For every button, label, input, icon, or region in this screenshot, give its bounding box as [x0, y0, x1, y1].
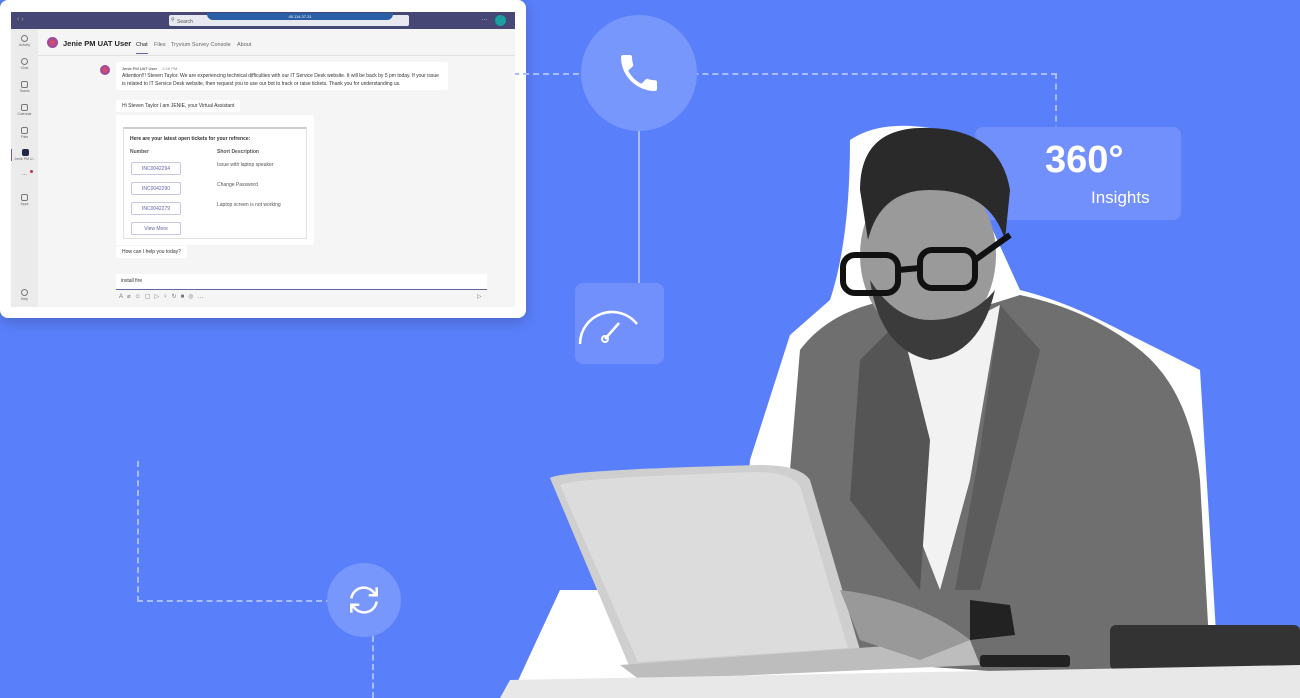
connector-line [372, 636, 374, 698]
back-icon[interactable]: ‹ › [17, 16, 24, 23]
person-at-laptop-photo [500, 125, 1300, 698]
phone-badge [581, 15, 697, 131]
apps-icon [21, 194, 28, 201]
sticker-icon[interactable]: ▢ [145, 294, 155, 300]
message-avatar [100, 65, 110, 75]
left-rail: Activity Chat Teams Calendar Files Jenie… [11, 29, 38, 307]
bot-avatar [47, 37, 58, 48]
message-text: Attention!!! Steven Taylor. We are exper… [122, 73, 439, 87]
more-icon[interactable]: … [481, 15, 488, 22]
search-input[interactable] [177, 18, 205, 25]
rail-teams[interactable]: Teams [11, 81, 38, 93]
rail-calendar[interactable]: Calendar [11, 104, 38, 116]
chat-title: Jenie PM UAT User [63, 39, 132, 48]
tab-survey-console[interactable]: Tryvium Survey Console [171, 42, 231, 48]
tab-files[interactable]: Files [154, 42, 166, 48]
tab-chat[interactable]: Chat [136, 42, 148, 54]
rail-help[interactable]: Help [11, 289, 38, 301]
prompt-bubble: How can I help you today? [116, 246, 187, 258]
meet-icon[interactable]: ▷ [154, 294, 163, 300]
rail-chat[interactable]: Chat [11, 58, 38, 70]
ticket-button[interactable]: INC0042290 [131, 182, 181, 195]
chat-icon [21, 58, 28, 65]
ticket-desc: Laptop screen is not working [217, 202, 281, 208]
remote-session-bar: 40.114.37.21 [207, 13, 393, 20]
teams-window-screenshot: ‹ › ⚲ 40.114.37.21 … Activity Chat Teams… [0, 0, 526, 318]
compose-toolbar: A⌀☺▢▷♀↻■◎… [119, 293, 207, 300]
col-desc: Short Description [217, 149, 259, 155]
send-icon[interactable]: ▷ [477, 293, 482, 300]
col-number: Number [130, 149, 149, 155]
phone-icon [621, 55, 657, 91]
titlebar: ‹ › ⚲ 40.114.37.21 … [11, 12, 515, 29]
teams-icon [21, 81, 28, 88]
format-icon[interactable]: A [119, 294, 127, 300]
calendar-icon [21, 104, 28, 111]
help-icon [21, 289, 28, 296]
rail-apps[interactable]: Apps [11, 194, 38, 206]
connector-line [137, 461, 332, 602]
header-divider [38, 55, 515, 56]
attach-icon[interactable]: ⌀ [127, 294, 135, 300]
file-icon [21, 127, 28, 134]
refresh-icon [350, 586, 378, 614]
rail-files[interactable]: Files [11, 127, 38, 139]
app-icon [21, 149, 29, 156]
praise-icon[interactable]: ♀ [163, 294, 172, 300]
message-sender: Jenie PM UAT User [122, 66, 157, 71]
avatar[interactable] [495, 15, 506, 26]
loop-icon[interactable]: ↻ [172, 294, 181, 300]
tab-about[interactable]: About [237, 42, 251, 48]
rail-jenie[interactable]: Jenie PM U... [11, 149, 38, 161]
search-icon: ⚲ [171, 17, 175, 23]
emoji-icon[interactable]: ☺ [135, 294, 145, 300]
more-icon[interactable]: … [197, 294, 207, 300]
message-time: 2:16 PM [162, 66, 178, 71]
greeting-bubble: Hi Steven Taylor I am JENIE, your Virtua… [116, 100, 241, 112]
ticket-button[interactable]: INC0042279 [131, 202, 181, 215]
compose-input[interactable]: install fire [116, 274, 487, 290]
refresh-badge [327, 563, 401, 637]
ticket-desc: Change Password [217, 182, 258, 188]
ticket-button[interactable]: INC0042294 [131, 162, 181, 175]
rail-more[interactable]: ... [11, 171, 38, 177]
view-more-button[interactable]: View More [131, 222, 181, 235]
card-title: Here are your latest open tickets for yo… [130, 136, 251, 142]
notification-dot [30, 170, 33, 173]
message-bubble: Jenie PM UAT User 2:16 PM Attention!!! S… [116, 62, 448, 90]
ticket-desc: Issue with laptop speaker [217, 162, 274, 168]
rail-activity[interactable]: Activity [11, 35, 38, 47]
bell-icon [21, 35, 28, 42]
